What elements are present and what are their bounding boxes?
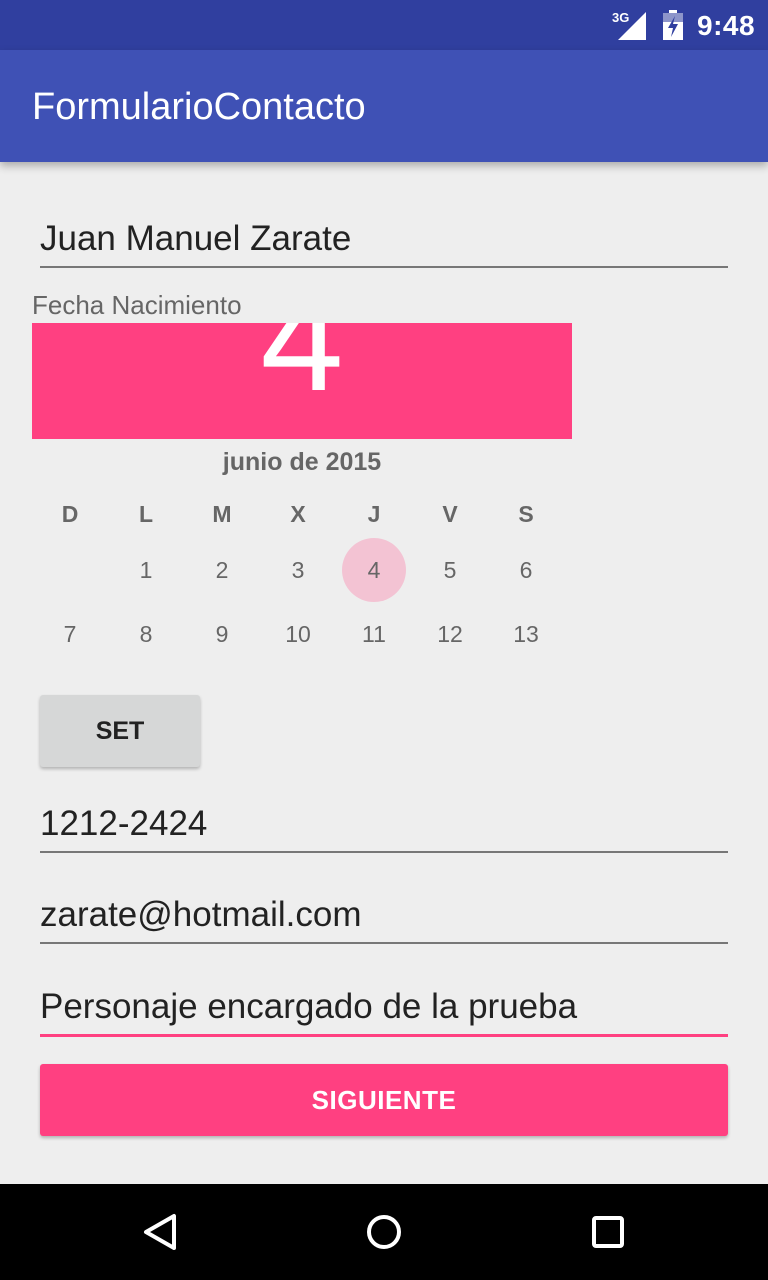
weekday-label: J (367, 501, 381, 527)
signal-icon (618, 12, 646, 40)
calendar-day[interactable]: 13 (494, 602, 558, 666)
weekday-label: S (518, 501, 534, 527)
date-picker-header: 4 (32, 323, 572, 439)
calendar-day-selected[interactable]: 4 (342, 538, 406, 602)
weekday-label: V (442, 501, 458, 527)
calendar-day[interactable]: 12 (418, 602, 482, 666)
home-icon[interactable] (360, 1208, 408, 1256)
battery-charging-icon (663, 10, 683, 40)
weekday-label: X (290, 501, 306, 527)
weekday-label: D (61, 501, 79, 527)
next-button[interactable]: SIGUIENTE (40, 1064, 728, 1136)
clock: 9:48 (697, 10, 756, 41)
calendar-day[interactable]: 11 (342, 602, 406, 666)
email-field[interactable] (40, 894, 728, 944)
calendar-day[interactable]: 8 (114, 602, 178, 666)
phone-field[interactable] (40, 803, 728, 853)
weekday-label: M (212, 501, 232, 527)
app-title: FormularioContacto (32, 86, 366, 128)
birth-date-label: Fecha Nacimiento (32, 290, 242, 320)
name-field[interactable] (40, 218, 728, 268)
app-bar: FormularioContacto (0, 50, 768, 162)
calendar-day[interactable]: 7 (38, 602, 102, 666)
description-field[interactable] (40, 985, 728, 1037)
calendar-day[interactable]: 10 (266, 602, 330, 666)
month-year-label: junio de 2015 (222, 448, 382, 476)
set-date-button[interactable]: SET (40, 695, 200, 767)
calendar-day[interactable]: 3 (266, 538, 330, 602)
calendar-day[interactable]: 1 (114, 538, 178, 602)
calendar-day[interactable]: 2 (190, 538, 254, 602)
status-bar: 3G 9:48 (0, 0, 768, 50)
calendar-day[interactable]: 6 (494, 538, 558, 602)
selected-day-display: 4 (260, 323, 344, 422)
back-icon[interactable] (136, 1208, 184, 1256)
calendar-day[interactable]: 5 (418, 538, 482, 602)
recents-icon[interactable] (584, 1208, 632, 1256)
navigation-bar (0, 1184, 768, 1280)
weekday-label: L (138, 501, 154, 527)
calendar-day[interactable]: 9 (190, 602, 254, 666)
